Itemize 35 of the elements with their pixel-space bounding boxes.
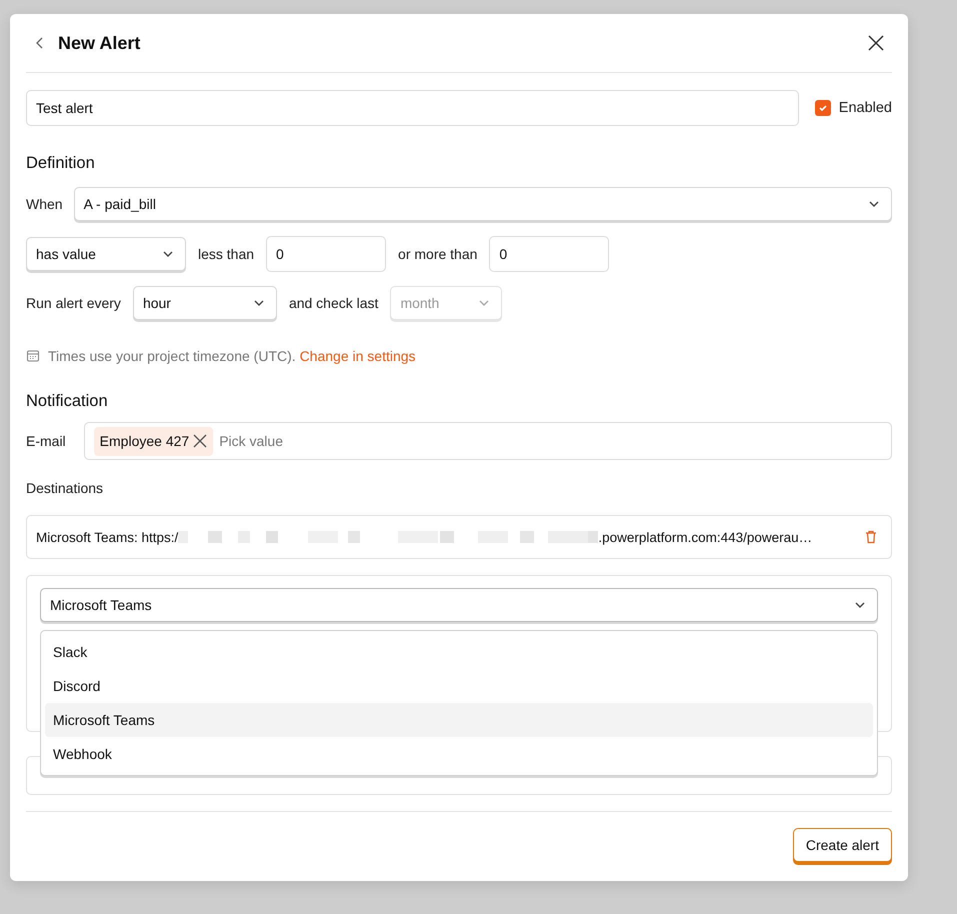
dropdown-option[interactable]: Slack — [45, 635, 873, 669]
checkmark-icon — [818, 103, 828, 113]
interval-select[interactable]: hour — [132, 286, 277, 320]
checkbox-label: Enabled — [838, 100, 892, 116]
field-label: less than — [198, 246, 254, 262]
timezone-note: Times use your project timezone (UTC). Change in settings — [48, 348, 416, 364]
field-label: Run alert every — [26, 295, 121, 311]
field-label: or more than — [398, 246, 478, 262]
calendar-icon — [26, 349, 40, 363]
destination-type-select[interactable]: Microsoft Teams — [40, 588, 878, 622]
destination-url: Microsoft Teams: https:/ — [36, 530, 178, 544]
section-label: Destinations — [26, 480, 104, 496]
email-field[interactable]: Employee 427 Pick value — [84, 422, 892, 460]
dropdown-option[interactable]: Webhook — [45, 737, 873, 771]
number-field[interactable]: 0 — [266, 236, 386, 272]
alert-name-field[interactable]: Test alert — [26, 90, 799, 126]
enabled-checkbox[interactable] — [814, 100, 831, 116]
dialog-title: New Alert — [58, 32, 142, 54]
dropdown-option[interactable]: Discord — [45, 669, 873, 703]
event-select[interactable]: A - paid_bill — [74, 187, 892, 221]
dropdown-option[interactable]: Microsoft Teams — [45, 703, 873, 737]
close-icon[interactable] — [868, 35, 884, 51]
field-label: When — [26, 196, 63, 212]
placeholder-text: Pick value — [219, 433, 283, 449]
section-heading: Definition — [26, 154, 96, 173]
trash-icon[interactable] — [865, 530, 877, 544]
create-button[interactable]: Create alert — [792, 828, 892, 862]
destination-url: .powerplatform.com:443/powerau… — [598, 530, 812, 544]
email-chip[interactable]: Employee 427 — [94, 426, 214, 456]
section-heading: Notification — [26, 392, 109, 411]
remove-icon[interactable] — [193, 434, 208, 448]
field-label: E-mail — [26, 433, 66, 449]
condition-select[interactable]: has value — [26, 237, 186, 271]
field-label: and check last — [288, 295, 378, 311]
number-field[interactable]: 0 — [489, 236, 610, 272]
